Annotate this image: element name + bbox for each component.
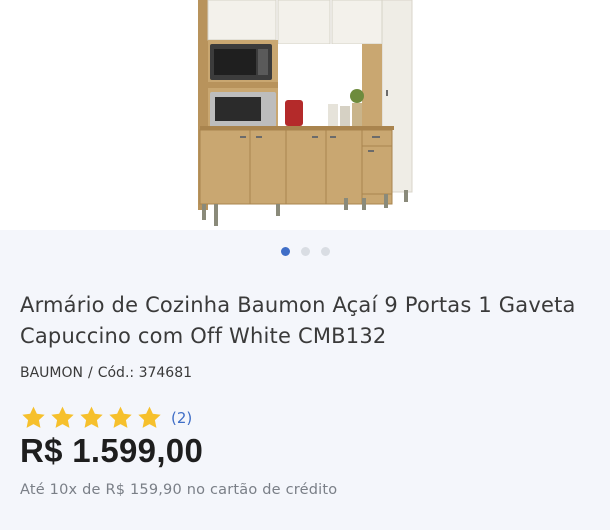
carousel-dot[interactable]: [280, 247, 290, 256]
product-code: Cód.: 374681: [97, 365, 193, 381]
star-icon: [22, 406, 45, 428]
star-icon: [80, 406, 103, 428]
brand-code-line: BAUMON / Cód.: 374681: [20, 365, 192, 381]
product-title: Armário de Cozinha Baumon Açaí 9 Portas …: [20, 293, 576, 348]
star-icon: [51, 406, 74, 428]
brand-code-separator: /: [88, 365, 93, 381]
carousel-indicator: [0, 247, 610, 256]
carousel-dot[interactable]: [320, 247, 330, 256]
price: R$ 1.599,00: [20, 432, 204, 469]
rating-count[interactable]: (2): [171, 409, 192, 427]
rating-stars[interactable]: (2): [20, 405, 192, 431]
product-image[interactable]: [0, 0, 610, 230]
carousel-dot[interactable]: [300, 247, 310, 256]
brand-name[interactable]: BAUMON: [20, 365, 83, 381]
star-icon: [109, 406, 132, 428]
kitchen-cabinet-illustration: [198, 0, 413, 226]
star-icon: [138, 406, 161, 428]
installment-info: Até 10x de R$ 159,90 no cartão de crédit…: [20, 482, 338, 498]
